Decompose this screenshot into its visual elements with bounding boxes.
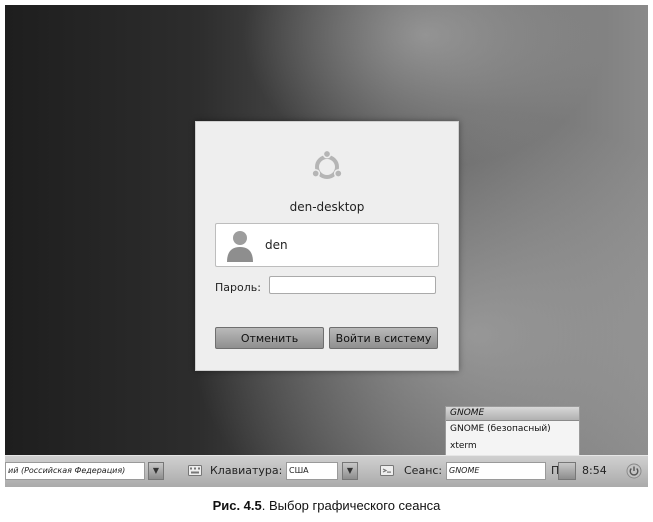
language-dropdown-button[interactable]: ▼ xyxy=(148,462,164,480)
session-label: Сеанс: xyxy=(404,464,443,477)
login-dialog: den-desktop den Пароль: Отменить Войти в… xyxy=(195,121,459,371)
user-list-item[interactable]: den xyxy=(215,223,439,267)
session-icon xyxy=(380,465,394,476)
figure-number: Рис. 4.5 xyxy=(212,498,262,513)
login-button[interactable]: Войти в систему xyxy=(329,327,438,349)
bottom-panel: ий (Российская Федерация) ▼ Клавиатура: … xyxy=(5,455,648,487)
hostname: den-desktop xyxy=(289,200,365,214)
session-menu-item-gnome-safe[interactable]: GNOME (безопасный) xyxy=(446,421,579,438)
keyboard-combo[interactable]: США xyxy=(286,462,338,480)
keyboard-dropdown-button[interactable]: ▼ xyxy=(342,462,358,480)
session-dropdown-menu: GNOME GNOME (безопасный) xterm xyxy=(445,406,580,458)
keyboard-label: Клавиатура: xyxy=(210,464,283,477)
session-combo[interactable]: GNOME xyxy=(446,462,546,480)
keyboard-icon xyxy=(188,465,202,476)
cancel-button[interactable]: Отменить xyxy=(215,327,324,349)
user-avatar-icon xyxy=(227,231,253,262)
ubuntu-logo-icon xyxy=(311,150,343,179)
session-menu-header[interactable]: GNOME xyxy=(446,407,579,421)
clock-time: 8:54 xyxy=(582,464,607,477)
figure-caption-text: . Выбор графического сеанса xyxy=(261,498,441,513)
language-combo[interactable]: ий (Российская Федерация) xyxy=(5,462,145,480)
power-icon[interactable] xyxy=(626,463,642,479)
login-screen: den-desktop den Пароль: Отменить Войти в… xyxy=(5,5,648,487)
password-label: Пароль: xyxy=(215,281,261,294)
user-name: den xyxy=(265,238,288,252)
session-dropdown-button[interactable] xyxy=(558,462,576,480)
password-input[interactable] xyxy=(269,276,436,294)
figure-caption: Рис. 4.5. Выбор графического сеанса xyxy=(0,498,653,513)
session-menu-item-xterm[interactable]: xterm xyxy=(446,438,579,455)
